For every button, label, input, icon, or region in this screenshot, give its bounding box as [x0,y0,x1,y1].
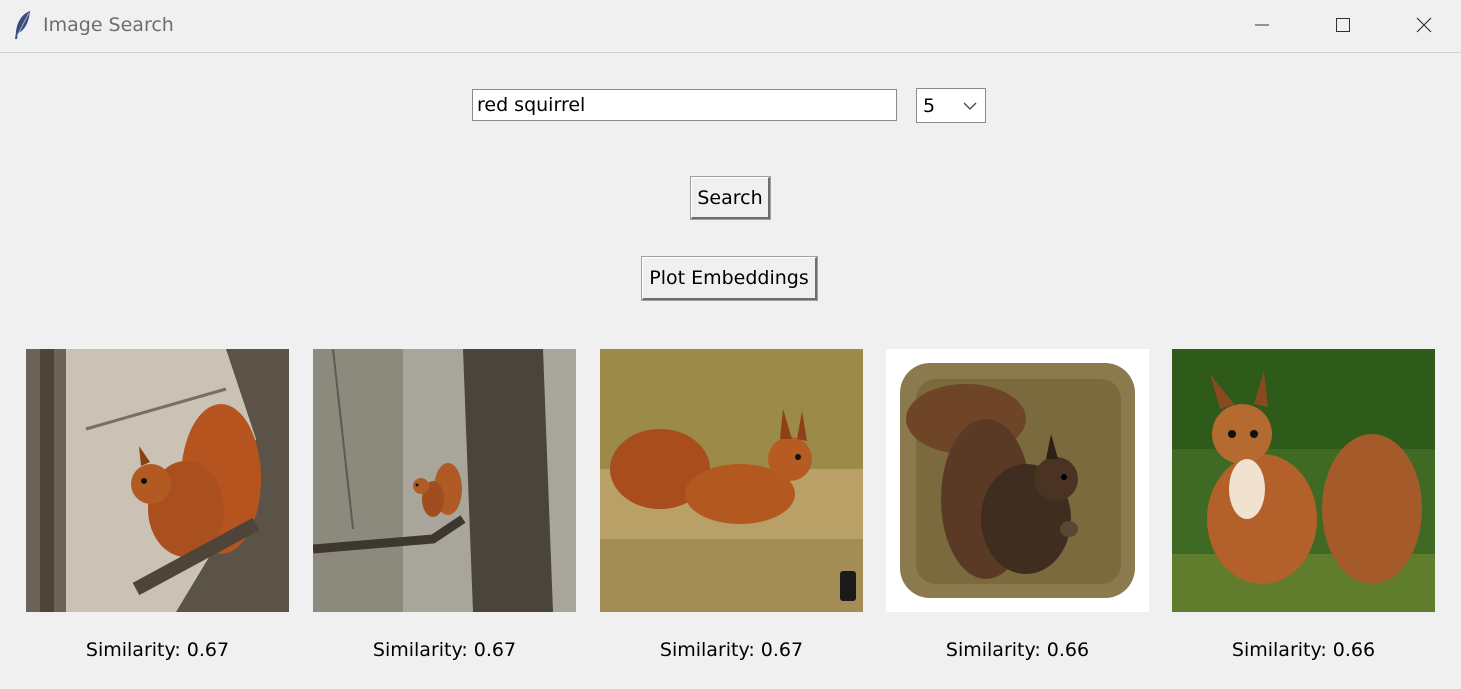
title-bar[interactable]: Image Search [0,0,1461,53]
image-search-window: Image Search 5 Search Plot Embeddings [0,0,1461,689]
result-count-value: 5 [923,95,936,117]
feather-icon [15,11,30,39]
similarity-label: Similarity: 0.67 [85,639,230,661]
maximize-button[interactable] [1303,0,1383,50]
result-item: Similarity: 0.67 [26,349,289,661]
window-title: Image Search [43,14,174,36]
squirrel-image [26,349,289,612]
result-item: Similarity: 0.66 [886,349,1149,661]
close-icon [1416,17,1432,33]
search-query-input[interactable] [472,89,897,121]
result-item: Similarity: 0.67 [313,349,576,661]
squirrel-image [313,349,576,612]
squirrel-image [1172,349,1435,612]
squirrel-image [600,349,863,612]
result-item: Similarity: 0.66 [1172,349,1435,661]
minimize-icon [1255,24,1269,26]
maximize-icon [1336,18,1350,32]
plot-embeddings-button[interactable]: Plot Embeddings [641,256,818,301]
chevron-down-icon [963,102,977,110]
similarity-label: Similarity: 0.67 [659,639,804,661]
search-button[interactable]: Search [690,176,771,220]
result-item: Similarity: 0.67 [600,349,863,661]
result-count-select[interactable]: 5 [916,88,986,123]
minimize-button[interactable] [1222,0,1302,50]
similarity-label: Similarity: 0.66 [1231,639,1376,661]
squirrel-image [886,349,1149,612]
close-button[interactable] [1384,0,1461,50]
similarity-label: Similarity: 0.66 [945,639,1090,661]
similarity-label: Similarity: 0.67 [372,639,517,661]
